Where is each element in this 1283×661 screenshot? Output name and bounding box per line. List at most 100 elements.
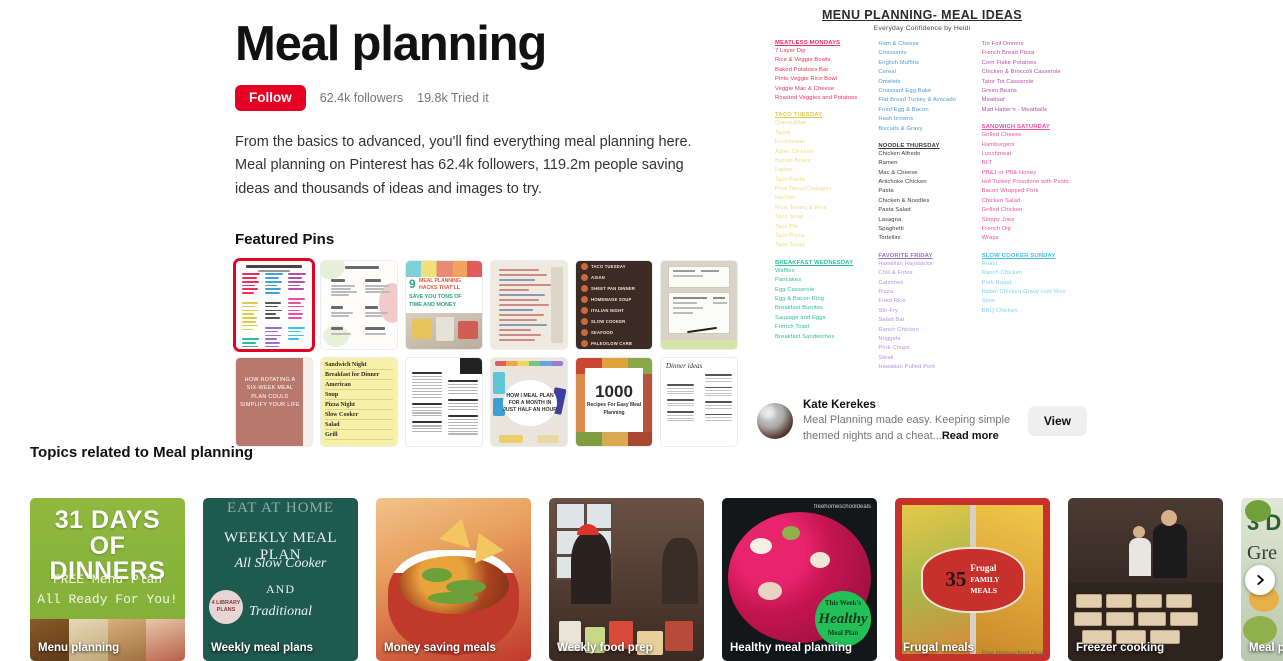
topic-art-head <box>1161 510 1177 526</box>
topic-art-garnish <box>428 592 478 604</box>
topic-card-label: Frugal meals <box>903 642 974 655</box>
pin-text-dinner-script: Dinner ideas <box>666 362 703 371</box>
preview-heading-sandwich-saturday: SANDWICH SATURDAY <box>981 124 1050 131</box>
topic-art-veg <box>1243 616 1277 644</box>
pin-preview-panel[interactable]: MENU PLANNING- MEAL IDEAS Everyday Confi… <box>757 0 1087 458</box>
preview-item: Ranch Chicken <box>878 326 919 333</box>
topic-art-badge: 4 LIBRARY PLANS <box>209 590 243 624</box>
featured-pin-whiteboard-meal-board[interactable] <box>660 260 738 351</box>
preview-item: BBQ Chicken <box>981 307 1018 314</box>
featured-pin-menu-planning-meal-ideas-chart[interactable] <box>233 258 315 353</box>
preview-item: Tortellini <box>878 235 901 242</box>
featured-pins-grid: 9 MEAL PLANNING HACKS THAT'LL SAVE YOU T… <box>233 258 745 448</box>
preview-item: Tin Foil Dinners <box>981 41 1024 47</box>
topic-art-garnish <box>422 568 452 582</box>
preview-item: Roasted Veggies and Potatoes <box>775 94 858 101</box>
pin-thumbnail-art <box>406 358 482 447</box>
preview-item: Chicken Salad <box>981 197 1021 204</box>
preview-item: Hawaiian Haystacks <box>878 260 933 267</box>
preview-item: Taco Salad <box>775 242 805 249</box>
pin-dark-item-7: PALEO/LOW CARB <box>591 341 633 347</box>
preview-item: Rice & Veggie Bowls <box>775 57 831 64</box>
featured-pin-dinner-ideas-printable[interactable]: Dinner ideas <box>660 357 738 448</box>
topic-main-column: Meal planning Follow 62.4k followers 19.… <box>233 18 755 448</box>
pin-yellow-item-5: Slow Cooker <box>325 412 393 421</box>
pin-thumbnail-art: HOW ROTATING A SIX-WEEK MEAL PLAN COULD … <box>236 358 312 447</box>
topic-card-frugal-meals[interactable]: 35 Frugal FAMILY MEALS Free Homeschool Dea… <box>895 498 1050 661</box>
author-name[interactable]: Kate Kerekes <box>803 398 1018 414</box>
preview-item: Croissants <box>878 50 907 57</box>
read-more-link[interactable]: Read more <box>942 430 999 442</box>
featured-pin-9-meal-planning-hacks[interactable]: 9 MEAL PLANNING HACKS THAT'LL SAVE YOU T… <box>405 260 483 351</box>
topic-card-freezer-cooking[interactable]: Freezer cooking <box>1068 498 1223 661</box>
pin-text-book: HOW ROTATING A SIX-WEEK MEAL PLAN COULD … <box>240 377 300 408</box>
pin-text-hacks-l4: TIME AND MONEY <box>409 302 457 309</box>
topic-art-person <box>571 532 611 604</box>
preview-item: Pinto Veggie Rice Bowl <box>775 76 838 83</box>
avatar[interactable] <box>757 403 793 439</box>
preview-item: PB&J or PB& Honey <box>981 169 1037 176</box>
pin-thumbnail-art: TACO TUESDAY ASIAN SHEET PAN DINNER HOME… <box>576 261 652 350</box>
topic-card-weekly-food-prep[interactable]: Weekly food prep <box>549 498 704 661</box>
pin-thumbnail-art: 9 MEAL PLANNING HACKS THAT'LL SAVE YOU T… <box>406 261 482 350</box>
topics-section-heading: Topics related to Meal planning <box>30 444 254 461</box>
featured-pin-handwritten-meal-planner[interactable] <box>490 260 568 351</box>
follow-button[interactable]: Follow <box>235 85 306 111</box>
pin-thumbnail-art: Sandwich Night Breakfast for Dinner Amer… <box>321 358 397 447</box>
topic-art-circle-badge: This Week's Healthy Meal Plan <box>815 591 871 647</box>
preview-item: Baked Potatoes Bar <box>775 66 829 73</box>
preview-heading-breakfast-wednesday: BREAKFAST WEDNESDAY <box>775 259 854 266</box>
topic-card-weekly-meal-plans[interactable]: EAT AT HOME WEEKLY MEAL PLAN All Slow Co… <box>203 498 358 661</box>
view-button[interactable]: View <box>1027 406 1087 436</box>
preview-heading-meatless-mondays: MEATLESS MONDAYS <box>775 40 841 46</box>
preview-item: Calzones <box>878 279 904 286</box>
topic-card-healthy-meal-planning[interactable]: freehomeschooldeals This Week's Healthy … <box>722 498 877 661</box>
preview-item: Salad Bar <box>878 317 905 324</box>
preview-item: French Toast <box>775 324 810 331</box>
pin-thumbnail-art: 1000 Recipes For Easy Meal Planning <box>576 358 652 447</box>
topic-art-veg <box>1245 500 1271 522</box>
preview-item: Bacon Wrapped Pork <box>981 188 1039 195</box>
preview-item: Spaghetti <box>878 226 904 233</box>
preview-item: Veggie Mac & Cheese <box>775 85 835 92</box>
pin-dark-item-1: ASIAN <box>591 275 606 281</box>
topic-card-label: Healthy meal planning <box>730 642 853 655</box>
preview-item: Breakfast Sandwiches <box>775 333 835 340</box>
preview-item: Pasta Salad <box>878 207 911 214</box>
preview-item: Artichoke Chicken <box>878 179 927 186</box>
topic-art-pack <box>1136 594 1162 608</box>
topic-card-money-saving-meals[interactable]: Money saving meals <box>376 498 531 661</box>
preview-item: Pork Tacos/Chalupas <box>775 186 832 193</box>
pin-dark-item-2: SHEET PAN DINNER <box>591 286 636 292</box>
preview-item: BLT <box>981 160 993 167</box>
preview-item: Nuggets <box>878 335 901 342</box>
pin-yellow-item-4: Pizza Night <box>325 402 393 411</box>
carousel-next-button[interactable] <box>1245 564 1275 595</box>
preview-item: Ramen <box>878 160 898 167</box>
preview-item: Lasagna <box>878 216 902 223</box>
featured-pin-printable-grocery-list[interactable] <box>405 357 483 448</box>
featured-pin-six-week-rotating-meal-plan[interactable]: HOW ROTATING A SIX-WEEK MEAL PLAN COULD … <box>235 357 313 448</box>
preview-item: Sloppy Joes <box>981 216 1015 223</box>
featured-pin-sandwich-night-yellow-list[interactable]: Sandwich Night Breakfast for Dinner Amer… <box>320 357 398 448</box>
topic-card-label: Meal p <box>1249 642 1283 655</box>
preview-item: Burrito Bowls <box>775 157 811 164</box>
topic-description: From the basics to advanced, you'll find… <box>235 133 692 197</box>
pin-yellow-item-1: Breakfast for Dinner <box>325 372 393 381</box>
topic-meta-row: Follow 62.4k followers 19.8k Tried it <box>235 85 755 111</box>
topic-art-pack <box>1106 612 1134 626</box>
preview-item: Croissant Egg Bake <box>878 87 932 94</box>
pin-yellow-item-3: Soup <box>325 392 393 401</box>
featured-pin-recipe-menu-two-column[interactable] <box>320 260 398 351</box>
topic-card-menu-planning[interactable]: 31 DAYS OF DINNERS FREE Menu Plan All Read… <box>30 498 185 661</box>
featured-pin-1000-recipes-easy-meal-planning[interactable]: 1000 Recipes For Easy Meal Planning <box>575 357 653 448</box>
preview-item: Fried Egg & Bacon <box>878 106 929 113</box>
pin-thumbnail-art: Dinner ideas <box>661 358 737 447</box>
pin-text-hacks-l2: HACKS THAT'LL <box>419 285 460 292</box>
featured-pin-themed-nights-dark-list[interactable]: TACO TUESDAY ASIAN SHEET PAN DINNER HOME… <box>575 260 653 351</box>
preview-subtitle: Everyday Confidence by Heidi <box>873 25 971 32</box>
preview-item: Rice, Beans & Rice <box>775 204 827 211</box>
preview-item: Corn Flake Potatoes <box>981 59 1037 66</box>
featured-pin-meal-plan-month-half-hour[interactable]: HOW I MEAL PLAN FOR A MONTH IN JUST HALF… <box>490 357 568 448</box>
topic-art-watermark: freehomeschooldeals <box>813 504 871 510</box>
